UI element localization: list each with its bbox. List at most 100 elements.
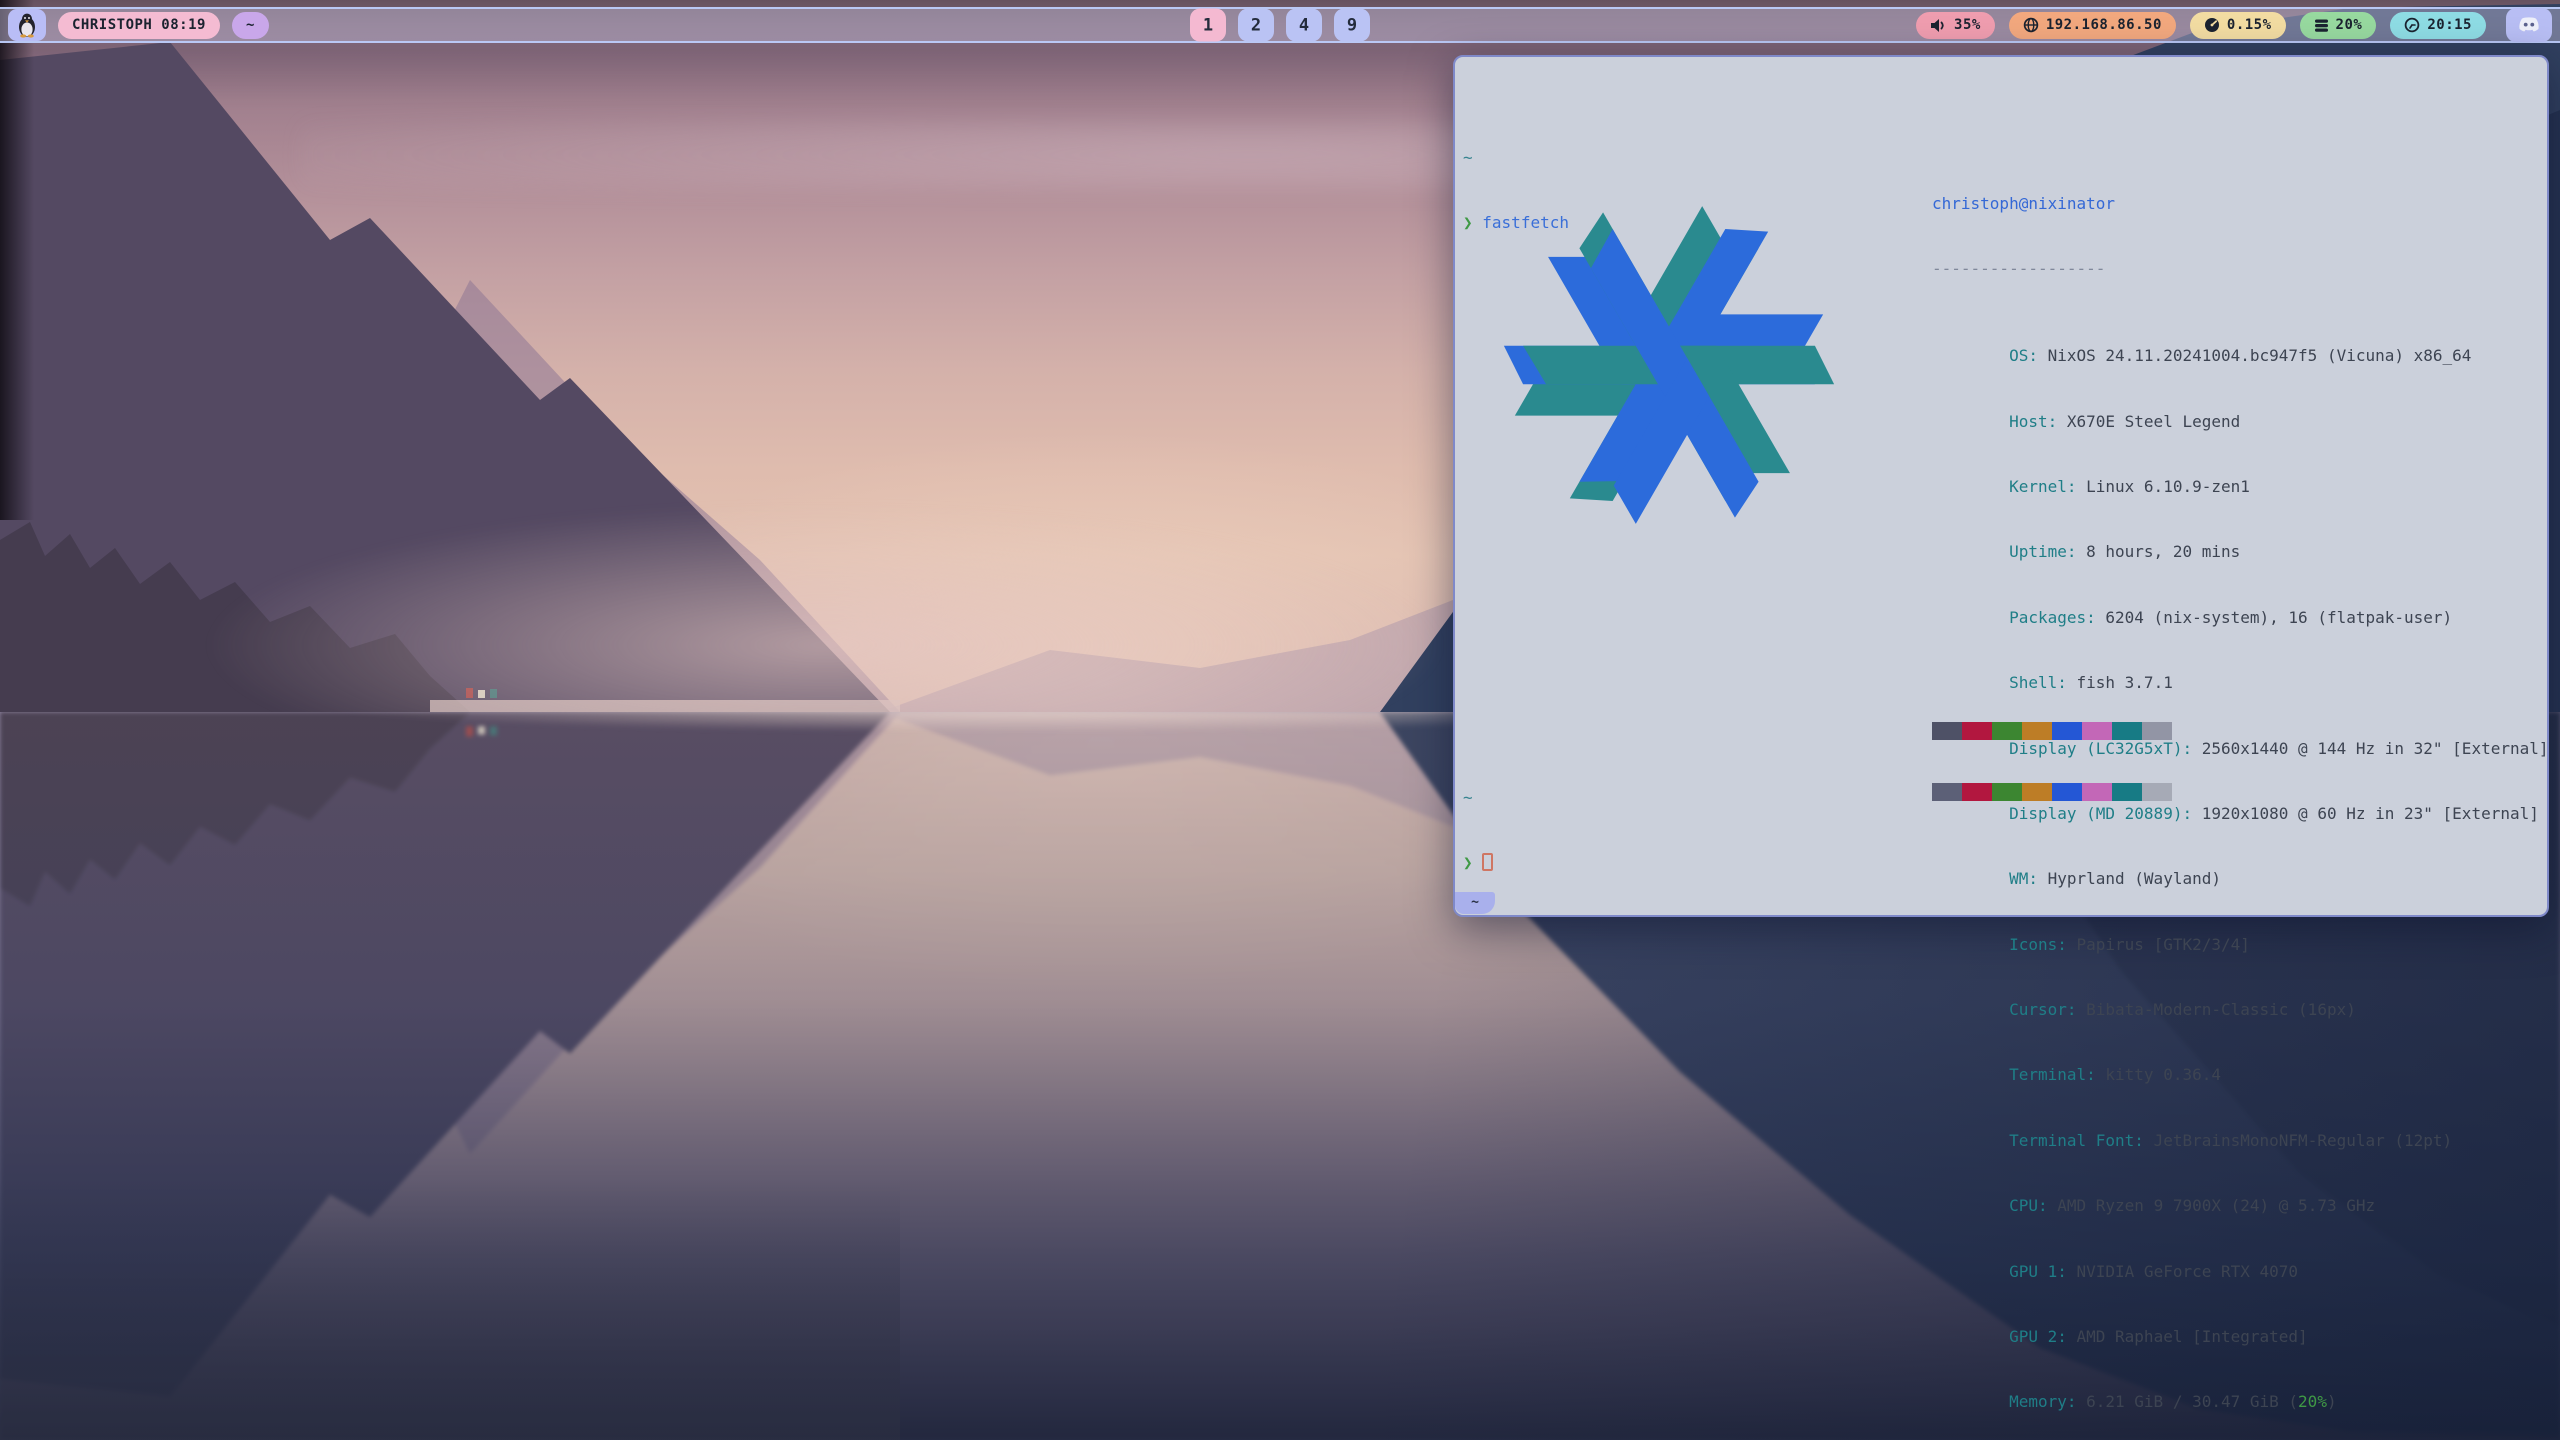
workspace-button[interactable]: 9 [1334, 9, 1370, 42]
fastfetch-entry: Terminal Font: JetBrainsMonoNFM-Regular … [1932, 1108, 2549, 1173]
entry-label: Icons [2009, 935, 2057, 954]
entry-label: OS [2009, 346, 2028, 365]
network-module[interactable]: 192.168.86.50 [2009, 12, 2176, 39]
cpu-module[interactable]: 0.15% [2190, 12, 2286, 39]
entry-value: Papirus [GTK2/3/4] [2077, 935, 2250, 954]
prompt-symbol: ❯ [1463, 853, 1473, 872]
palette-swatch [2082, 783, 2112, 801]
workspace-number: 9 [1347, 15, 1357, 35]
path-pill-label: ~ [246, 17, 255, 33]
workspace-button[interactable]: 1 [1190, 9, 1226, 42]
clock-value: 20:15 [2427, 17, 2472, 33]
palette-swatch [2052, 783, 2082, 801]
kitty-terminal-window[interactable]: ~ ❯ fastfetch christoph@nixinator ------… [1453, 55, 2549, 917]
discord-icon [2517, 16, 2541, 34]
fastfetch-entry: Uptime: 8 hours, 20 mins [1932, 520, 2549, 585]
discord-module[interactable] [2506, 8, 2552, 42]
palette-swatch [2022, 783, 2052, 801]
workspace-number: 1 [1203, 15, 1213, 35]
nixos-snowflake-logo [1477, 147, 1861, 583]
entry-label: Kernel [2009, 477, 2067, 496]
fastfetch-entry: Host: X670E Steel Legend [1932, 389, 2549, 454]
palette-swatch [1992, 783, 2022, 801]
gauge-icon [2204, 17, 2220, 33]
fastfetch-entry: OS: NixOS 24.11.20241004.bc947f5 (Vicuna… [1932, 323, 2549, 388]
terminal-tab[interactable]: ~ [1455, 892, 1495, 914]
entry-value: AMD Ryzen 9 7900X (24) @ 5.73 GHz [2057, 1196, 2375, 1215]
entry-suffix: ) [2327, 1392, 2337, 1411]
prompt-symbol: ❯ [1463, 213, 1473, 232]
fastfetch-entry: Icons: Papirus [GTK2/3/4] [1932, 912, 2549, 977]
workspace-switcher: 1 2 4 9 [1190, 9, 1370, 42]
launcher-button[interactable] [8, 9, 46, 41]
speaker-icon [1930, 18, 1947, 33]
entry-value: Linux 6.10.9-zen1 [2086, 477, 2250, 496]
fastfetch-entry: Kernel: Linux 6.10.9-zen1 [1932, 454, 2549, 519]
workspace-number: 2 [1251, 15, 1261, 35]
entry-label: Packages [2009, 608, 2086, 627]
entry-label: CPU [2009, 1196, 2038, 1215]
palette-swatch [2112, 783, 2142, 801]
terminal-cursor [1482, 853, 1493, 871]
entry-value: NixOS 24.11.20241004.bc947f5 (Vicuna) x8… [2048, 346, 2472, 365]
workspace-button[interactable]: 2 [1238, 9, 1274, 42]
palette-swatch [1992, 722, 2022, 740]
fastfetch-entry: Memory: 6.21 GiB / 30.47 GiB (20%) [1932, 1370, 2549, 1435]
entry-label: GPU 1 [2009, 1262, 2057, 1281]
fastfetch-entry: Terminal: kitty 0.36.4 [1932, 1043, 2549, 1108]
palette-swatch [1962, 722, 1992, 740]
entry-percent: 20% [2298, 1392, 2327, 1411]
palette-swatch [1932, 722, 1962, 740]
path-pill[interactable]: ~ [232, 12, 269, 39]
palette-swatch [2142, 722, 2172, 740]
entry-value: 2560x1440 @ 144 Hz in 32" [External] [2202, 739, 2549, 758]
entry-label: Host [2009, 412, 2048, 431]
entry-label: Uptime [2009, 542, 2067, 561]
bar-right-modules: 35% 192.168.86.50 0.15% 20% [1916, 8, 2552, 42]
palette-swatch [2052, 722, 2082, 740]
status-bar: CHRISTOPH 08:19 ~ 1 2 4 9 35% [0, 7, 2560, 43]
fastfetch-entry: GPU 1: NVIDIA GeForce RTX 4070 [1932, 1239, 2549, 1304]
memory-module[interactable]: 20% [2300, 12, 2377, 39]
workspace-button[interactable]: 4 [1286, 9, 1322, 42]
network-ip-value: 192.168.86.50 [2046, 17, 2162, 33]
entry-value: Bibata-Modern-Classic (16px) [2086, 1000, 2356, 1019]
entry-value: 8 hours, 20 mins [2086, 542, 2240, 561]
clock-icon [2404, 17, 2420, 33]
entry-value: Hyprland (Wayland) [2048, 869, 2221, 888]
entry-value: 6.21 GiB / 30.47 GiB ( [2086, 1392, 2298, 1411]
bar-left-modules: CHRISTOPH 08:19 ~ [8, 9, 269, 41]
globe-icon [2023, 17, 2039, 33]
workspace-number: 4 [1299, 15, 1309, 35]
fastfetch-separator: ------------------ [1932, 258, 2549, 280]
palette-swatch [2142, 783, 2172, 801]
wallpaper-mist [150, 470, 1650, 720]
entry-label: Terminal Font [2009, 1131, 2134, 1150]
entry-value: JetBrainsMonoNFM-Regular (12pt) [2154, 1131, 2453, 1150]
entry-value: AMD Raphael [Integrated] [2077, 1327, 2308, 1346]
fastfetch-entry: Cursor: Bibata-Modern-Classic (16px) [1932, 977, 2549, 1042]
volume-module[interactable]: 35% [1916, 12, 1995, 39]
entry-label: GPU 2 [2009, 1327, 2057, 1346]
tux-penguin-icon [16, 12, 38, 38]
fastfetch-entry: GPU 2: AMD Raphael [Integrated] [1932, 1304, 2549, 1369]
palette-swatch [1962, 783, 1992, 801]
terminal-color-palette [1932, 678, 2172, 845]
palette-swatch [2082, 722, 2112, 740]
entry-value: X670E Steel Legend [2067, 412, 2240, 431]
fastfetch-entry: Swap: Disabled [1932, 1435, 2549, 1440]
fastfetch-entry: WM: Hyprland (Wayland) [1932, 847, 2549, 912]
fastfetch-host-title: christoph@nixinator [1932, 193, 2549, 215]
fastfetch-entry: Packages: 6204 (nix-system), 16 (flatpak… [1932, 585, 2549, 650]
terminal-tab-label: ~ [1471, 892, 1479, 914]
database-icon [2314, 18, 2329, 33]
user-clock-pill[interactable]: CHRISTOPH 08:19 [58, 12, 220, 39]
prompt-path: ~ [1463, 148, 1473, 167]
cpu-value: 0.15% [2227, 17, 2272, 33]
wallpaper-water-shadow [0, 1180, 900, 1440]
user-clock-label: CHRISTOPH 08:19 [72, 17, 206, 33]
entry-label: Memory [2009, 1392, 2067, 1411]
palette-swatch [2022, 722, 2052, 740]
palette-swatch [1932, 783, 1962, 801]
clock-module[interactable]: 20:15 [2390, 12, 2486, 39]
